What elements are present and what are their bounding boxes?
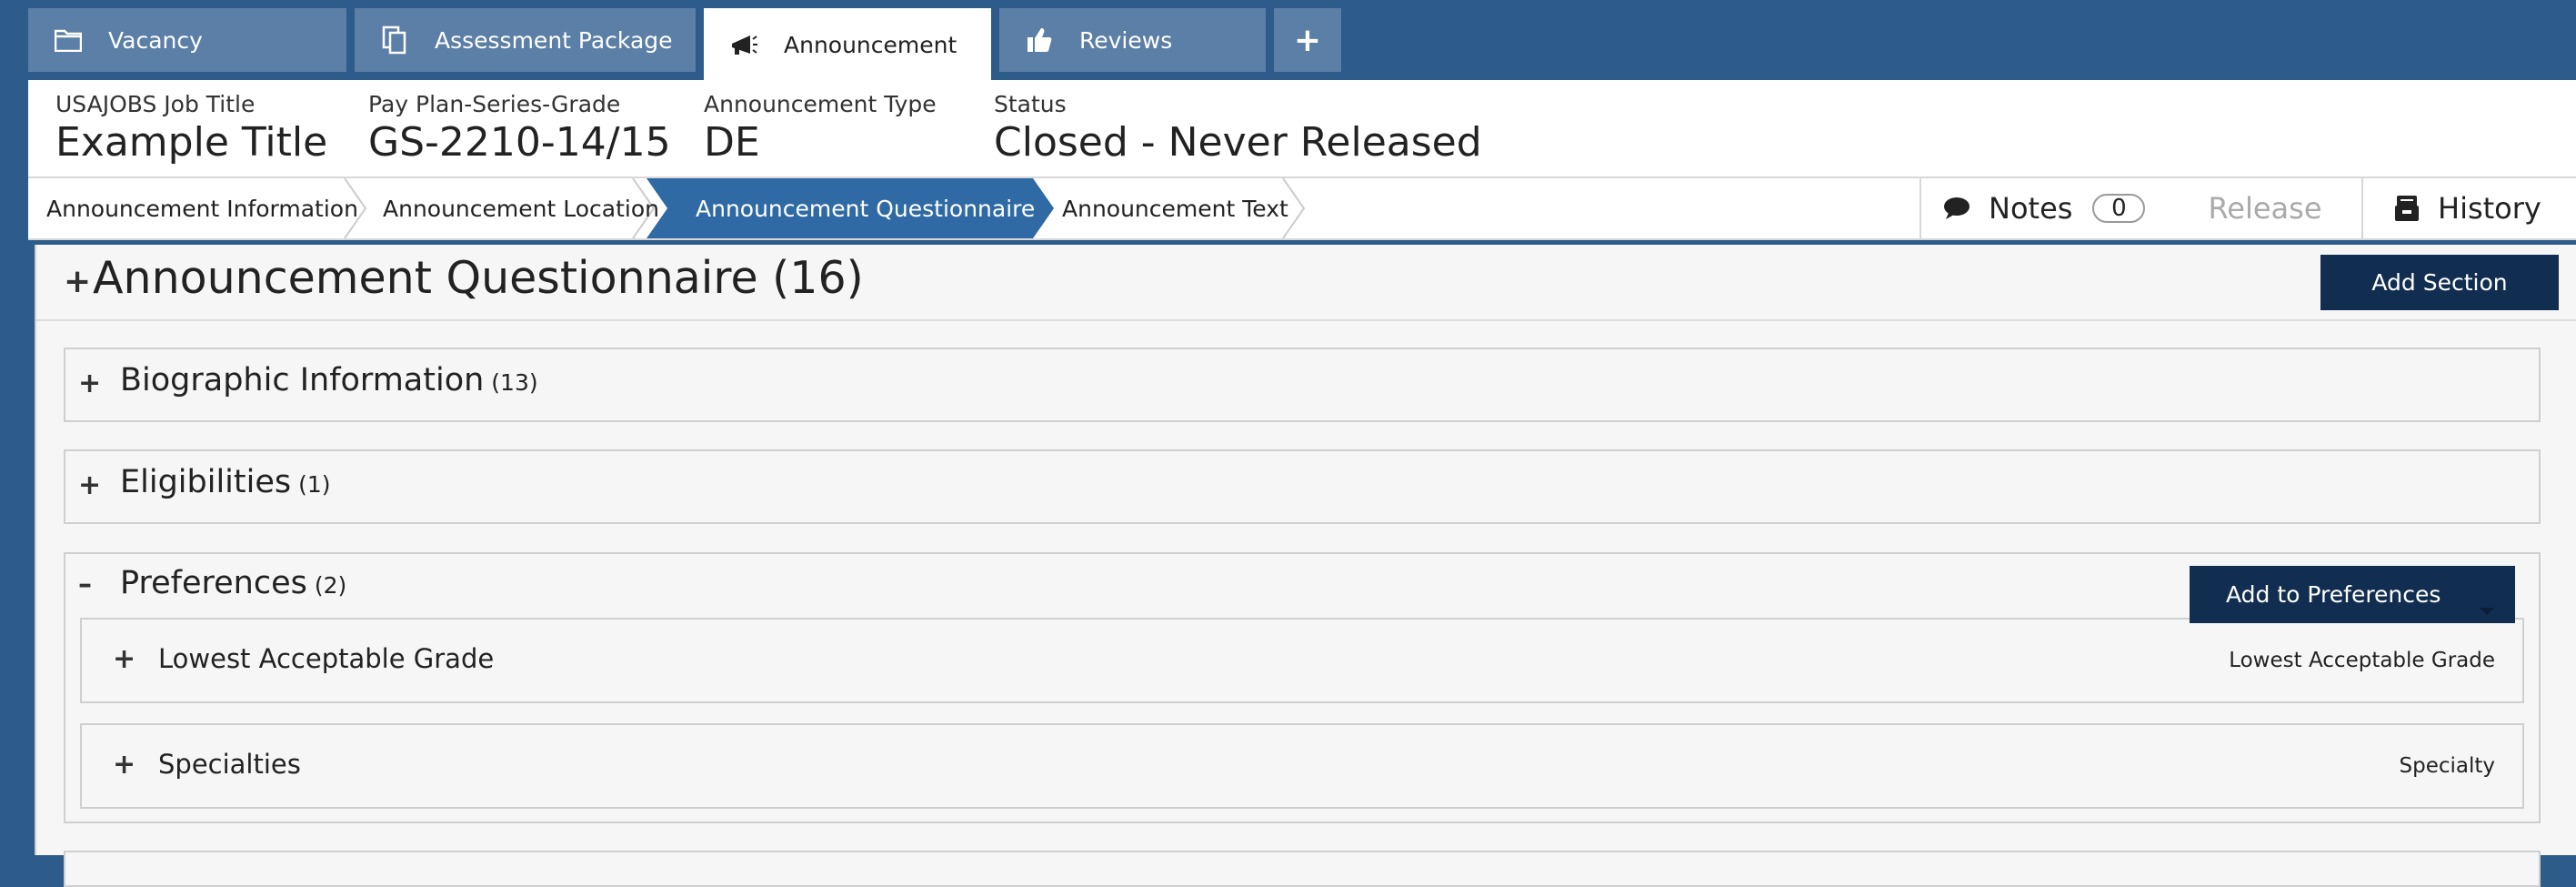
section-name: Eligibilities [120, 464, 292, 500]
tab-assessment-package-label: Assessment Package [435, 26, 673, 54]
expand-icon[interactable]: + [78, 469, 101, 501]
expand-all-icon[interactable]: + [64, 263, 91, 300]
section-count: (2) [314, 572, 347, 599]
section-title: Biographic Information (13) [120, 362, 538, 398]
archive-icon [2394, 195, 2420, 222]
comment-icon [1943, 197, 1970, 220]
tab-reviews[interactable]: Reviews [999, 8, 1266, 72]
section-count: (1) [298, 471, 331, 498]
section-count: (13) [491, 369, 538, 396]
expand-icon[interactable]: + [78, 368, 101, 399]
grade-value: GS-2210-14/15 [368, 119, 671, 166]
crumb-announcement-text[interactable]: Announcement Text [1062, 178, 1288, 238]
action-buttons: Notes 0 Release History [1919, 178, 2576, 238]
questionnaire-title: Announcement Questionnaire (16) [93, 252, 864, 304]
section-eligibilities[interactable]: + Eligibilities (1) [64, 449, 2541, 524]
documents-icon [378, 24, 411, 56]
plus-icon: + [1293, 21, 1322, 59]
section-title: Eligibilities (1) [120, 464, 331, 500]
add-tab-button[interactable]: + [1274, 8, 1341, 72]
crumb-label: Announcement Information [46, 195, 358, 222]
section-next [64, 851, 2541, 887]
history-label: History [2438, 191, 2541, 226]
status-label: Status [994, 91, 1067, 117]
release-button[interactable]: Release [2169, 178, 2361, 238]
thumbs-up-icon [1023, 24, 1056, 56]
preference-item-name: Specialties [158, 749, 301, 780]
job-title-value: Example Title [55, 119, 328, 166]
add-to-preferences-label: Add to Preferences [2226, 581, 2441, 608]
tab-vacancy[interactable]: Vacancy [28, 8, 346, 72]
section-name: Biographic Information [120, 362, 485, 398]
job-title-label: USAJOBS Job Title [55, 91, 256, 117]
section-title: Preferences (2) [120, 565, 346, 601]
release-label: Release [2208, 191, 2322, 226]
vacancy-header: USAJOBS Job Title Example Title Pay Plan… [28, 80, 2576, 176]
tab-announcement[interactable]: Announcement [704, 8, 991, 81]
notes-count-badge: 0 [2092, 194, 2146, 223]
tab-assessment-package[interactable]: Assessment Package [355, 8, 696, 72]
preference-item-type: Specialty [2399, 754, 2496, 778]
grade-label: Pay Plan-Series-Grade [368, 91, 621, 117]
crumb-label: Announcement Location [383, 195, 659, 222]
section-preferences[interactable]: – Preferences (2) + Lowest Acceptable Gra… [64, 552, 2541, 823]
notes-label: Notes [1989, 191, 2073, 226]
crumb-announcement-information[interactable]: Announcement Information [46, 178, 358, 238]
crumb-announcement-questionnaire[interactable]: Announcement Questionnaire [696, 178, 1035, 238]
preference-item-lowest-acceptable-grade[interactable]: + Lowest Acceptable Grade Lowest Accepta… [80, 618, 2524, 703]
history-button[interactable]: History [2361, 178, 2576, 238]
top-tabs: Vacancy Assessment Package Announcement … [28, 8, 1341, 81]
questionnaire-panel: + Announcement Questionnaire (16) Add Se… [35, 245, 2576, 887]
megaphone-icon [727, 28, 760, 61]
section-biographic-information[interactable]: + Biographic Information (13) [64, 348, 2541, 422]
announcement-type-value: DE [704, 119, 760, 166]
preference-item-specialties[interactable]: + Specialties Specialty [80, 723, 2524, 809]
preference-item-name: Lowest Acceptable Grade [158, 643, 495, 674]
add-section-button[interactable]: Add Section [2320, 255, 2559, 310]
job-title-field: USAJOBS Job Title Example Title [55, 91, 327, 166]
tab-announcement-label: Announcement [784, 31, 957, 58]
caret-down-icon [2479, 595, 2495, 621]
expand-icon[interactable]: + [113, 749, 135, 781]
crumb-announcement-location[interactable]: Announcement Location [383, 178, 659, 238]
preference-item-type: Lowest Acceptable Grade [2229, 649, 2495, 672]
expand-icon[interactable]: + [113, 643, 135, 675]
add-to-preferences-button[interactable]: Add to Preferences [2190, 566, 2515, 623]
section-name: Preferences [120, 565, 307, 601]
tab-reviews-label: Reviews [1079, 26, 1173, 54]
announcement-subnav: Announcement Information Announcement Lo… [28, 176, 2576, 240]
collapse-icon[interactable]: – [78, 569, 92, 600]
notes-button[interactable]: Notes 0 [1919, 178, 2169, 238]
crumb-label: Announcement Questionnaire [696, 195, 1036, 222]
grade-field: Pay Plan-Series-Grade GS-2210-14/15 [368, 91, 671, 166]
announcement-type-field: Announcement Type DE [704, 91, 937, 166]
folder-icon [52, 24, 85, 56]
status-field: Status Closed - Never Released [994, 91, 1482, 166]
status-value: Closed - Never Released [994, 119, 1482, 166]
questionnaire-header: + Announcement Questionnaire (16) Add Se… [36, 245, 2576, 321]
crumb-label: Announcement Text [1062, 195, 1288, 222]
tab-vacancy-label: Vacancy [108, 26, 203, 54]
announcement-type-label: Announcement Type [704, 91, 937, 117]
